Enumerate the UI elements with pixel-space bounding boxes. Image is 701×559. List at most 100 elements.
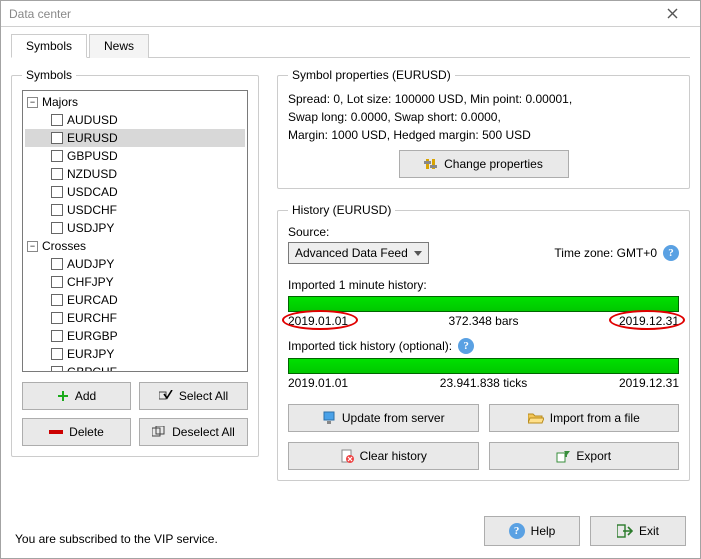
tree-item-audusd[interactable]: AUDUSD [25,111,245,129]
tree-item-label: AUDUSD [67,113,118,127]
tab-news[interactable]: News [89,34,149,58]
tree-item-usdjpy[interactable]: USDJPY [25,219,245,237]
tick-count: 23.941.838 ticks [440,376,527,390]
window-title: Data center [9,7,71,21]
export-label: Export [576,449,611,463]
properties-group: Symbol properties (EURUSD) Spread: 0, Lo… [277,68,690,189]
help-icon: ? [509,523,525,539]
minute-start-date: 2019.01.01 [288,314,348,328]
expander-icon[interactable]: − [27,241,38,252]
add-button[interactable]: Add [22,382,131,410]
history-legend: History (EURUSD) [288,203,395,217]
deselect-all-button[interactable]: Deselect All [139,418,248,446]
exit-button[interactable]: Exit [590,516,686,546]
checkbox[interactable] [51,348,63,360]
tick-start-date: 2019.01.01 [288,376,348,390]
checkbox[interactable] [51,204,63,216]
exit-label: Exit [639,524,659,538]
tree-item-gbpusd[interactable]: GBPUSD [25,147,245,165]
tree-item-gbpchf[interactable]: GBPCHF [25,363,245,372]
history-group: History (EURUSD) Source: Advanced Data F… [277,203,690,481]
minute-bars-count: 372.348 bars [448,314,518,328]
change-properties-label: Change properties [444,157,543,171]
tree-item-eurusd[interactable]: EURUSD [25,129,245,147]
symbols-group: Symbols −MajorsAUDUSDEURUSDGBPUSDNZDUSDU… [11,68,259,457]
tree-item-eurjpy[interactable]: EURJPY [25,345,245,363]
minute-end-date: 2019.12.31 [619,314,679,328]
timezone-help-icon[interactable]: ? [663,245,679,261]
tree-item-label: EURCHF [67,311,117,325]
import-from-file-button[interactable]: Import from a file [489,404,680,432]
tick-history-bar [288,358,679,374]
minute-history-label: Imported 1 minute history: [288,278,679,292]
tree-item-chfjpy[interactable]: CHFJPY [25,273,245,291]
properties-legend: Symbol properties (EURUSD) [288,68,455,82]
tree-item-usdchf[interactable]: USDCHF [25,201,245,219]
tree-group-majors[interactable]: −Majors [25,93,245,111]
tree-item-eurgbp[interactable]: EURGBP [25,327,245,345]
tree-item-label: USDJPY [67,221,114,235]
tree-group-crosses[interactable]: −Crosses [25,237,245,255]
tree-item-audjpy[interactable]: AUDJPY [25,255,245,273]
import-label: Import from a file [550,411,640,425]
change-properties-button[interactable]: Change properties [399,150,569,178]
subscription-status: You are subscribed to the VIP service. [15,532,218,546]
tree-item-eurchf[interactable]: EURCHF [25,309,245,327]
checkbox[interactable] [51,366,63,372]
checkbox[interactable] [51,222,63,234]
deselect-all-label: Deselect All [172,425,235,439]
plus-icon [57,390,69,402]
clear-label: Clear history [360,449,427,463]
properties-line2: Swap long: 0.0000, Swap short: 0.0000, [288,108,679,126]
checkbox[interactable] [51,330,63,342]
help-button[interactable]: ? Help [484,516,580,546]
help-label: Help [531,524,556,538]
checkbox[interactable] [51,168,63,180]
tree-item-label: NZDUSD [67,167,117,181]
tree-item-label: GBPUSD [67,149,118,163]
checkbox[interactable] [51,150,63,162]
window-close-button[interactable] [652,2,692,26]
checkbox[interactable] [51,312,63,324]
titlebar: Data center [1,1,700,27]
checkbox[interactable] [51,276,63,288]
tree-item-label: AUDJPY [67,257,114,271]
tree-item-label: USDCAD [67,185,118,199]
expander-icon[interactable]: − [27,97,38,108]
tree-item-label: EURGBP [67,329,118,343]
folder-open-icon [528,412,544,424]
checkbox[interactable] [51,294,63,306]
select-all-icon [159,390,173,402]
select-all-button[interactable]: Select All [139,382,248,410]
source-select[interactable]: Advanced Data Feed [288,242,429,264]
checkbox[interactable] [51,132,63,144]
tick-help-icon[interactable]: ? [458,338,474,354]
close-icon [667,8,678,19]
delete-button[interactable]: Delete [22,418,131,446]
properties-icon [424,157,438,171]
tree-item-eurcad[interactable]: EURCAD [25,291,245,309]
add-button-label: Add [75,389,96,403]
tree-item-nzdusd[interactable]: NZDUSD [25,165,245,183]
tree-item-label: USDCHF [67,203,117,217]
export-button[interactable]: Export [489,442,680,470]
update-label: Update from server [342,411,445,425]
tree-item-label: EURJPY [67,347,114,361]
export-icon [556,449,570,463]
symbols-tree[interactable]: −Majors AUDUSD EURUSD GBPUSD NZDUSD USDCAD USD… [22,90,248,372]
server-icon [322,411,336,425]
minus-icon [49,429,63,435]
tree-item-usdcad[interactable]: USDCAD [25,183,245,201]
select-all-label: Select All [179,389,228,403]
tree-item-label: CHFJPY [67,275,114,289]
checkbox[interactable] [51,258,63,270]
exit-icon [617,524,633,538]
clear-history-button[interactable]: Clear history [288,442,479,470]
tab-symbols[interactable]: Symbols [11,34,87,58]
update-from-server-button[interactable]: Update from server [288,404,479,432]
tick-history-label: Imported tick history (optional): [288,339,452,353]
clear-icon [340,449,354,463]
checkbox[interactable] [51,114,63,126]
checkbox[interactable] [51,186,63,198]
deselect-all-icon [152,426,166,438]
